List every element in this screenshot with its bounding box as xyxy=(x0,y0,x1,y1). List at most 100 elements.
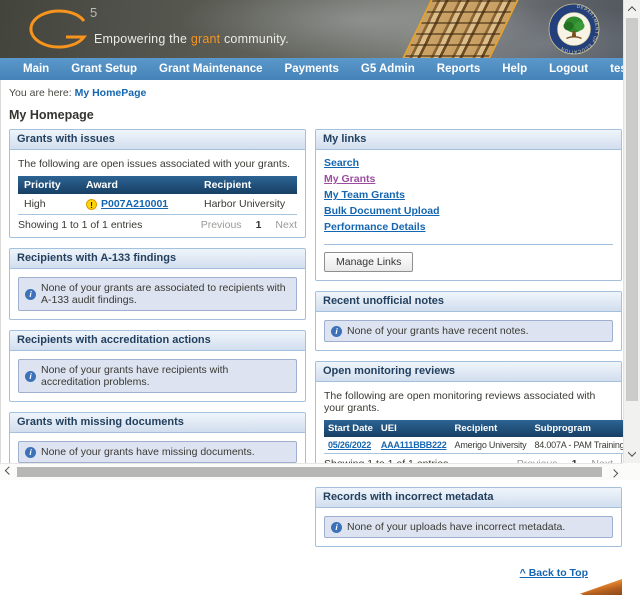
info-message-text: None of your grants are associated to re… xyxy=(41,282,290,306)
panel-title: My links xyxy=(316,130,621,150)
nav-g5-admin[interactable]: G5 Admin xyxy=(350,63,426,75)
chevron-up-icon xyxy=(628,6,636,14)
manage-links-button[interactable]: Manage Links xyxy=(324,252,413,272)
nav-help[interactable]: Help xyxy=(491,63,538,75)
info-icon: i xyxy=(25,289,36,300)
info-message: i None of your grants have recipients wi… xyxy=(18,359,297,393)
scroll-right-button[interactable] xyxy=(606,464,622,480)
scroll-up-button[interactable] xyxy=(624,1,640,17)
chevron-right-icon xyxy=(610,469,618,477)
start-date-cell: 05/26/2022 xyxy=(324,437,377,454)
panel-title: Recent unofficial notes xyxy=(316,292,621,312)
footer-corner-graphic xyxy=(580,579,622,595)
scrollbar-corner xyxy=(623,463,640,480)
panel-a133-findings: Recipients with A-133 findings i None of… xyxy=(9,248,306,320)
panel-title: Recipients with A-133 findings xyxy=(10,249,305,269)
info-message: i None of your grants are associated to … xyxy=(18,277,297,311)
link-my-team-grants[interactable]: My Team Grants xyxy=(324,189,405,201)
panel-title: Grants with issues xyxy=(10,130,305,150)
monitoring-reviews-table: Start Date UEI Recipient Subprogram 05/2… xyxy=(324,420,640,454)
recipient-cell: Amerigo University xyxy=(451,437,531,454)
pagination-page-1[interactable]: 1 xyxy=(256,219,262,231)
department-of-education-seal-icon: DEPARTMENT OF EDUCATION xyxy=(548,3,600,55)
horizontal-scrollbar-thumb[interactable] xyxy=(17,467,602,477)
banner-bookshelf-graphic xyxy=(380,0,535,58)
panel-title: Open monitoring reviews xyxy=(316,362,621,382)
priority-cell: High xyxy=(18,194,80,215)
info-message-text: None of your grants have recipients with… xyxy=(41,364,290,388)
panel-description: The following are open issues associated… xyxy=(10,150,305,176)
info-icon: i xyxy=(25,447,36,458)
info-icon: i xyxy=(331,326,342,337)
column-header-recipient[interactable]: Recipient xyxy=(198,176,297,194)
chevron-down-icon xyxy=(628,448,636,456)
award-link[interactable]: P007A210001 xyxy=(101,198,168,210)
grants-with-issues-table: Priority Award Recipient High ! P007A2100… xyxy=(18,176,297,215)
vertical-scrollbar-thumb[interactable] xyxy=(626,18,638,401)
info-message-text: None of your grants have recent notes. xyxy=(347,325,529,337)
chevron-left-icon xyxy=(5,466,13,474)
info-message-text: None of your uploads have incorrect meta… xyxy=(347,521,565,533)
info-message: i None of your grants have missing docum… xyxy=(18,441,297,463)
breadcrumb-link-my-homepage[interactable]: My HomePage xyxy=(75,87,147,99)
table-footer: Showing 1 to 1 of 1 entries Previous 1 N… xyxy=(10,215,305,237)
column-header-priority[interactable]: Priority xyxy=(18,176,80,194)
recipient-cell: Harbor University xyxy=(198,194,297,215)
award-cell: ! P007A210001 xyxy=(80,194,198,215)
link-search[interactable]: Search xyxy=(324,157,359,169)
info-message-text: None of your grants have missing documen… xyxy=(41,446,255,458)
nav-grant-maintenance[interactable]: Grant Maintenance xyxy=(148,63,274,75)
divider xyxy=(324,244,613,245)
panel-my-links: My links Search My Grants My Team Grants… xyxy=(315,129,622,281)
panel-grants-with-issues: Grants with issues The following are ope… xyxy=(9,129,306,238)
nav-grant-setup[interactable]: Grant Setup xyxy=(60,63,148,75)
page-content: You are here: My HomePage My Homepage Gr… xyxy=(0,80,623,463)
info-message: i None of your uploads have incorrect me… xyxy=(324,516,613,538)
vertical-scrollbar[interactable] xyxy=(623,0,640,463)
column-header-award[interactable]: Award xyxy=(80,176,198,194)
panel-accreditation-actions: Recipients with accreditation actions i … xyxy=(9,330,306,402)
app-banner: 5 Empowering the grant community. DEPART… xyxy=(0,0,623,58)
breadcrumb: You are here: My HomePage xyxy=(9,87,622,99)
scroll-down-button[interactable] xyxy=(624,446,640,462)
nav-reports[interactable]: Reports xyxy=(426,63,491,75)
pagination-next[interactable]: Next xyxy=(275,219,297,231)
panel-title: Grants with missing documents xyxy=(10,413,305,433)
panel-title: Records with incorrect metadata xyxy=(316,488,621,508)
back-to-top-link[interactable]: ^ Back to Top xyxy=(520,567,588,579)
nav-payments[interactable]: Payments xyxy=(274,63,350,75)
panel-description: The following are open monitoring review… xyxy=(316,382,621,420)
horizontal-scrollbar[interactable] xyxy=(0,463,623,480)
banner-tagline: Empowering the grant community. xyxy=(94,32,289,46)
info-message: i None of your grants have recent notes. xyxy=(324,320,613,342)
footer-row: ^ Back to Top xyxy=(315,557,622,581)
column-header-recipient[interactable]: Recipient xyxy=(451,420,531,437)
right-column: My links Search My Grants My Team Grants… xyxy=(315,129,622,581)
column-header-start-date[interactable]: Start Date xyxy=(324,420,377,437)
nav-main[interactable]: Main xyxy=(12,63,60,75)
page-title: My Homepage xyxy=(9,108,622,122)
link-bulk-document-upload[interactable]: Bulk Document Upload xyxy=(324,205,440,217)
scroll-left-button[interactable] xyxy=(1,464,17,480)
column-header-uei[interactable]: UEI xyxy=(377,420,451,437)
table-row: High ! P007A210001 Harbor University xyxy=(18,194,297,215)
start-date-link[interactable]: 05/26/2022 xyxy=(328,440,371,450)
two-column-layout: Grants with issues The following are ope… xyxy=(9,129,622,581)
breadcrumb-prefix: You are here: xyxy=(9,87,72,99)
main-navbar: Main Grant Setup Grant Maintenance Payme… xyxy=(0,58,623,80)
info-icon: i xyxy=(25,371,36,382)
uei-cell: AAA111BBB222 xyxy=(377,437,451,454)
pagination: Previous 1 Next xyxy=(201,219,297,231)
pagination-previous[interactable]: Previous xyxy=(201,219,242,231)
panel-title: Recipients with accreditation actions xyxy=(10,331,305,351)
panel-recent-unofficial-notes: Recent unofficial notes i None of your g… xyxy=(315,291,622,351)
nav-logout[interactable]: Logout xyxy=(538,63,599,75)
g5-logo-five: 5 xyxy=(90,5,97,20)
panel-incorrect-metadata: Records with incorrect metadata i None o… xyxy=(315,487,622,547)
link-my-grants[interactable]: My Grants xyxy=(324,173,375,185)
warning-icon: ! xyxy=(86,199,97,210)
quick-links-list: Search My Grants My Team Grants Bulk Doc… xyxy=(316,150,621,239)
uei-link[interactable]: AAA111BBB222 xyxy=(381,440,447,450)
panel-open-monitoring-reviews: Open monitoring reviews The following ar… xyxy=(315,361,622,477)
link-performance-details[interactable]: Performance Details xyxy=(324,221,426,233)
